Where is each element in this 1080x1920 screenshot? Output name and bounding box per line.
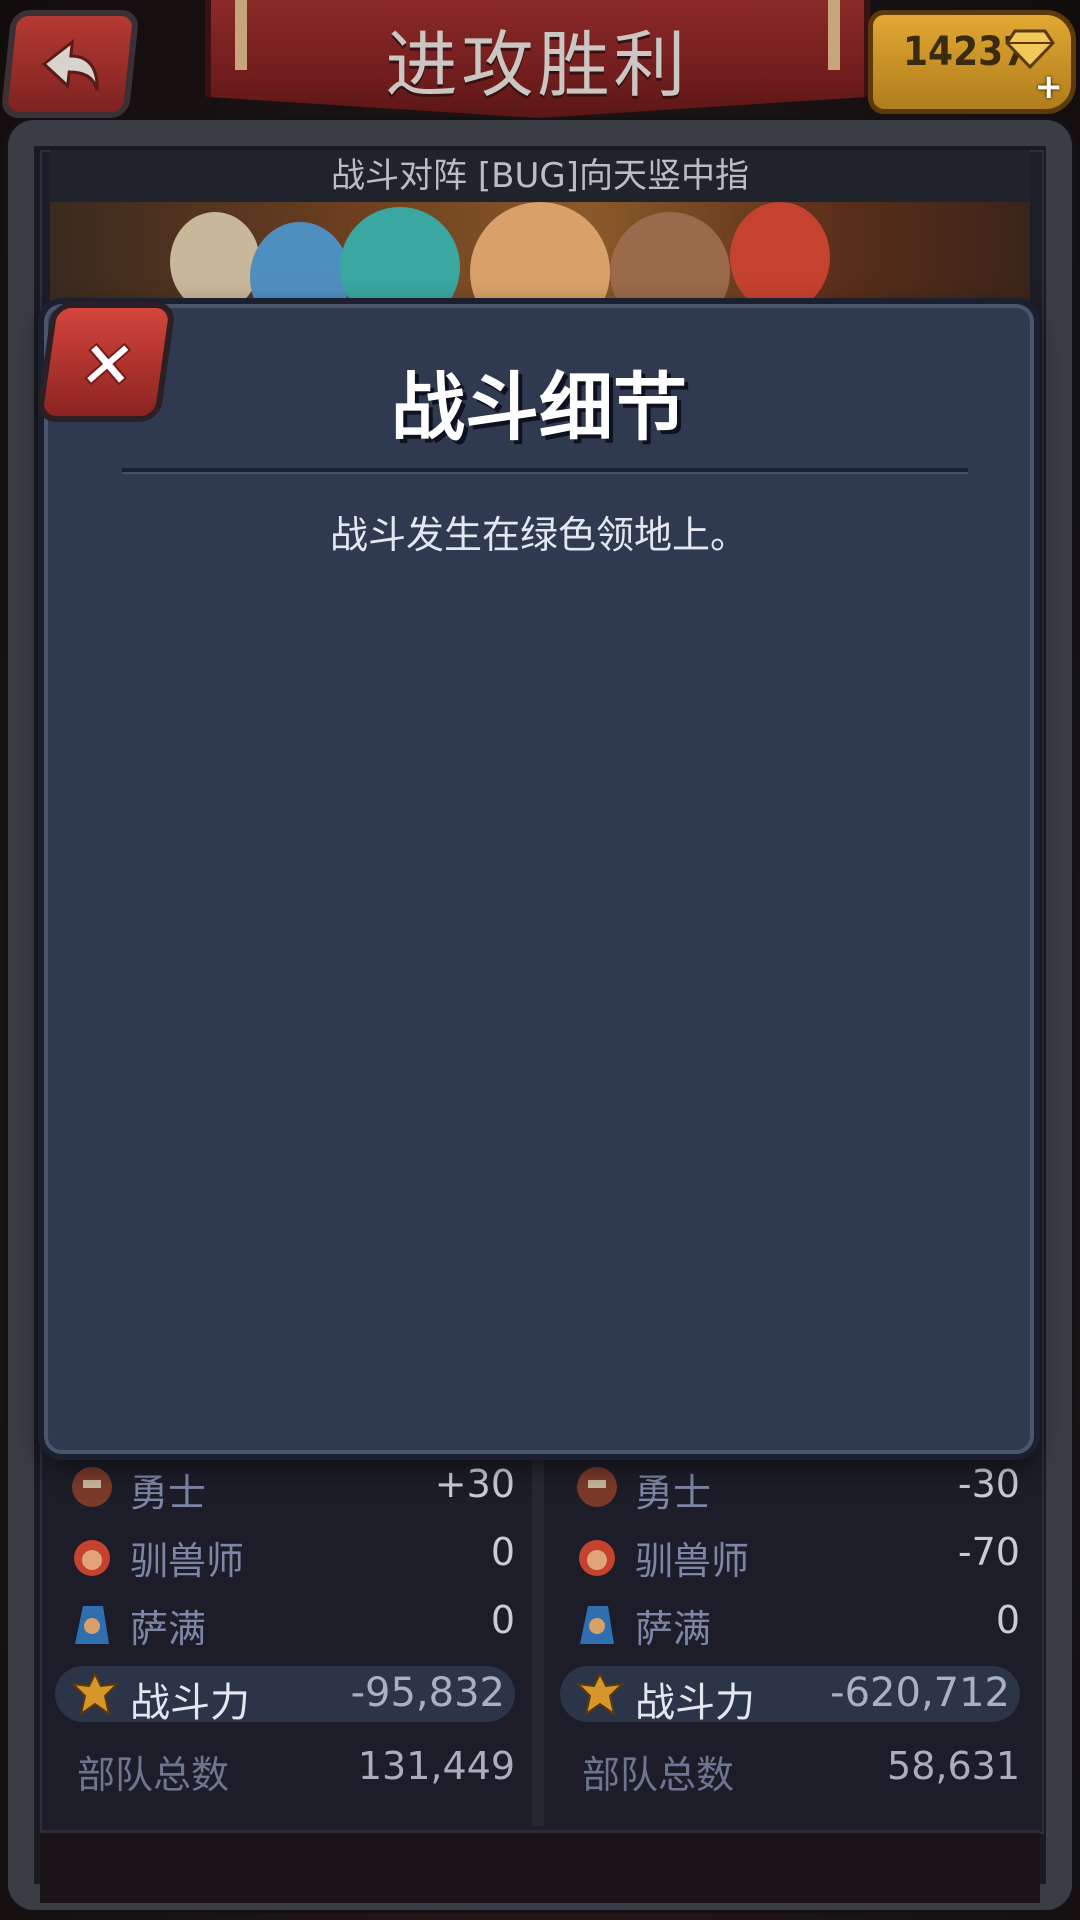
close-dialog-button[interactable] xyxy=(35,302,177,422)
dialog-message: 战斗发生在绿色领地上。 xyxy=(329,513,748,557)
combat-power-label: 战斗力 xyxy=(635,1680,755,1726)
combat-power-row: 战斗力 -620,712 xyxy=(560,1666,1020,1726)
warrior-icon xyxy=(72,1467,112,1507)
battle-opponents: 战斗对阵 [BUG]向天竖中指 xyxy=(50,150,1030,202)
gem-balance[interactable]: 14237 + xyxy=(868,10,1076,114)
troop-total-value: 131,449 xyxy=(357,1744,515,1788)
battle-art xyxy=(50,202,1030,312)
beastmaster-icon xyxy=(74,1540,110,1576)
shaman-icon xyxy=(580,1606,614,1644)
combat-power-label: 战斗力 xyxy=(130,1680,250,1726)
add-gems-icon[interactable]: + xyxy=(1035,67,1064,107)
unit-name: 驯兽师 xyxy=(635,1539,750,1583)
troop-total-label: 部队总数 xyxy=(77,1753,230,1797)
page-title: 进攻胜利 xyxy=(385,23,690,107)
unit-row: 勇士 -30 xyxy=(560,1456,1020,1524)
dialog-title: 战斗细节 xyxy=(391,365,687,451)
unit-name: 驯兽师 xyxy=(130,1539,245,1583)
dialog-divider xyxy=(122,468,968,474)
combat-power-row: 战斗力 -95,832 xyxy=(55,1666,515,1726)
unit-value: -30 xyxy=(957,1462,1020,1506)
unit-row: 驯兽师 -70 xyxy=(560,1524,1020,1592)
combat-power-value: -95,832 xyxy=(350,1670,505,1716)
unit-value: 0 xyxy=(995,1598,1020,1642)
unit-name: 萨满 xyxy=(635,1607,712,1651)
unit-name: 勇士 xyxy=(635,1471,712,1515)
troop-total-value: 58,631 xyxy=(887,1744,1020,1788)
battle-details-dialog: 战斗细节 战斗发生在绿色领地上。 xyxy=(44,304,1034,1454)
attacker-stats: 勇士 +30 驯兽师 0 萨满 0 战斗力 -95,832 部队总数 131,4… xyxy=(55,1456,515,1806)
beastmaster-icon xyxy=(579,1540,615,1576)
troop-total-label: 部队总数 xyxy=(582,1753,735,1797)
unit-row: 驯兽师 0 xyxy=(55,1524,515,1592)
back-button[interactable] xyxy=(0,10,140,118)
unit-value: 0 xyxy=(490,1598,515,1642)
bottom-frame xyxy=(40,1830,1040,1903)
defender-stats: 勇士 -30 驯兽师 -70 萨满 0 战斗力 -620,712 部队总数 58… xyxy=(560,1456,1020,1806)
unit-row: 萨满 0 xyxy=(55,1592,515,1660)
gem-icon xyxy=(1005,29,1055,69)
unit-row: 萨满 0 xyxy=(560,1592,1020,1660)
warrior-icon xyxy=(577,1467,617,1507)
eagle-emblem-icon xyxy=(71,1671,119,1717)
column-divider xyxy=(532,1456,544,1826)
combat-power-value: -620,712 xyxy=(830,1670,1010,1716)
close-icon xyxy=(84,342,132,386)
unit-value: 0 xyxy=(490,1530,515,1574)
back-arrow-icon xyxy=(41,38,99,91)
title-banner: 进攻胜利 xyxy=(205,0,870,118)
troop-total-row: 部队总数 58,631 xyxy=(560,1734,1020,1806)
unit-row: 勇士 +30 xyxy=(55,1456,515,1524)
troop-total-row: 部队总数 131,449 xyxy=(55,1734,515,1806)
eagle-emblem-icon xyxy=(576,1671,624,1717)
unit-value: -70 xyxy=(957,1530,1020,1574)
unit-name: 萨满 xyxy=(130,1607,207,1651)
unit-value: +30 xyxy=(434,1462,515,1506)
shaman-icon xyxy=(75,1606,109,1644)
unit-name: 勇士 xyxy=(130,1471,207,1515)
